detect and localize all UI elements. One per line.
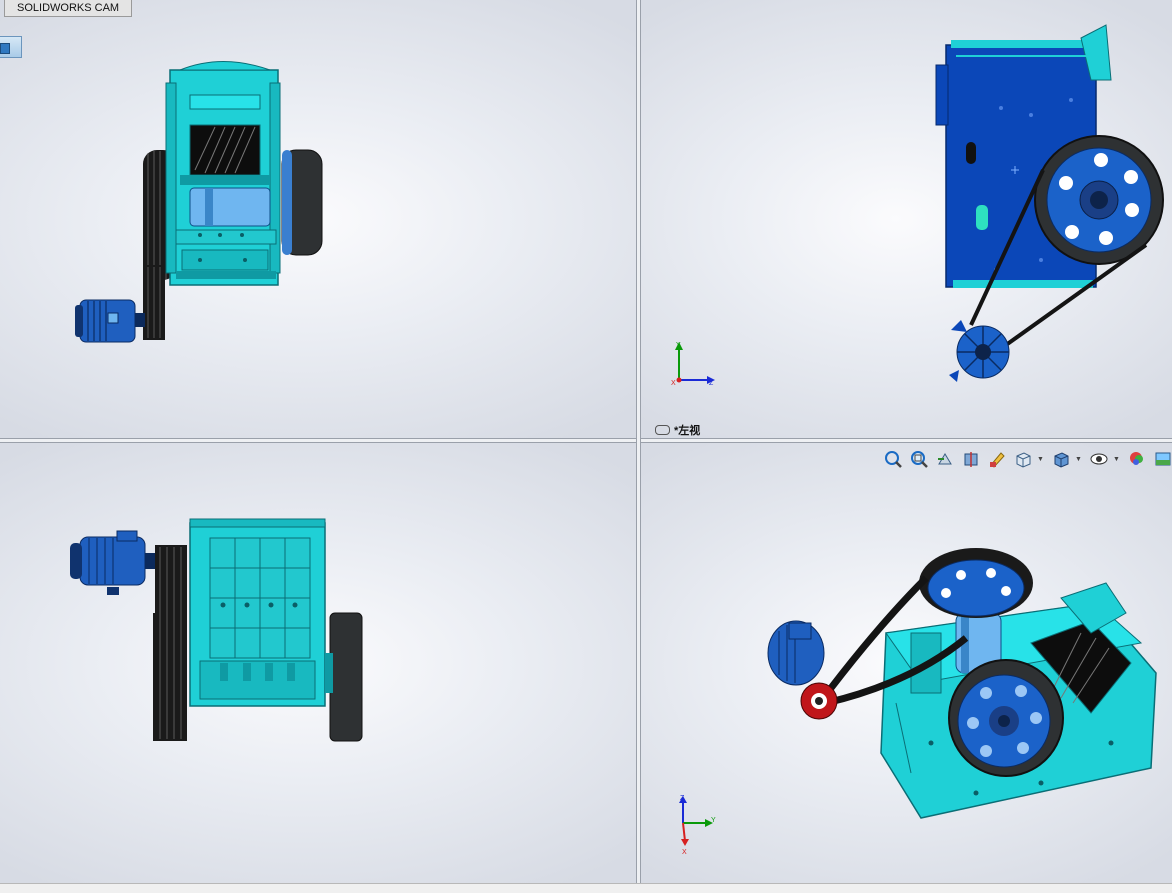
edit-appearance-icon[interactable]: [1125, 448, 1149, 470]
viewport-top-left[interactable]: SOLIDWORKS CAM: [0, 0, 636, 438]
coordinate-triad-bottom-right: Z Y X: [679, 795, 716, 856]
display-style-icon[interactable]: [1049, 448, 1073, 470]
section-view-icon[interactable]: [959, 448, 983, 470]
feature-tree-icon: [0, 43, 10, 54]
zoom-to-area-icon[interactable]: [907, 448, 931, 470]
axis-label-z: Z: [680, 795, 685, 802]
solidworks-cam-tab[interactable]: SOLIDWORKS CAM: [4, 0, 133, 17]
vertical-viewport-splitter[interactable]: [636, 0, 641, 883]
crusher-model-isometric-view[interactable]: [761, 543, 1161, 823]
horizontal-viewport-splitter[interactable]: [0, 438, 1172, 443]
view-orientation-icon[interactable]: [1011, 448, 1035, 470]
heads-up-view-toolbar: ▼ ▼ ▼: [881, 447, 1172, 471]
rear-pulley-iso: [919, 548, 1033, 618]
apply-scene-icon[interactable]: [1151, 448, 1172, 470]
electric-motor-top: [70, 530, 155, 595]
flywheel: [281, 149, 323, 256]
flyout-tree-button[interactable]: [0, 36, 22, 58]
motor-pulley: [949, 320, 1010, 382]
electric-motor: [75, 299, 145, 343]
flywheel-top: [325, 612, 363, 742]
crusher-frame: [165, 61, 281, 286]
viewport-bottom-left[interactable]: [0, 443, 636, 883]
dynamic-annotation-icon[interactable]: [985, 448, 1009, 470]
axis-label-x: X: [682, 849, 687, 856]
motor-iso: [767, 620, 838, 720]
crusher-model-left-view[interactable]: [931, 20, 1166, 385]
crusher-housing-top: [189, 518, 326, 707]
crusher-model-front-view[interactable]: [70, 55, 340, 355]
front-flywheel-iso: [948, 659, 1064, 777]
zoom-to-fit-icon[interactable]: [881, 448, 905, 470]
hide-show-items-icon[interactable]: [1087, 448, 1111, 470]
axis-label-x: X: [671, 380, 676, 387]
display-style-dropdown-icon[interactable]: ▼: [1075, 456, 1083, 463]
view-name-label: *左视: [655, 422, 700, 438]
coordinate-triad-top-right: Y Z X: [671, 342, 715, 387]
view-orientation-dropdown-icon[interactable]: ▼: [1037, 456, 1045, 463]
axis-label-y: Y: [711, 817, 716, 824]
link-views-icon[interactable]: [655, 425, 670, 436]
belt-stack-top: [153, 545, 187, 741]
axis-label-z: Z: [709, 380, 714, 387]
viewport-top-right[interactable]: Y Z X *左视: [641, 0, 1172, 438]
crusher-model-top-view[interactable]: [65, 513, 370, 748]
hide-show-dropdown-icon[interactable]: ▼: [1113, 456, 1121, 463]
viewport-bottom-right[interactable]: ▼ ▼ ▼ Z Y X: [641, 443, 1172, 883]
view-name-text: *左视: [674, 425, 701, 437]
previous-view-icon[interactable]: [933, 448, 957, 470]
axis-label-y: Y: [676, 342, 681, 349]
